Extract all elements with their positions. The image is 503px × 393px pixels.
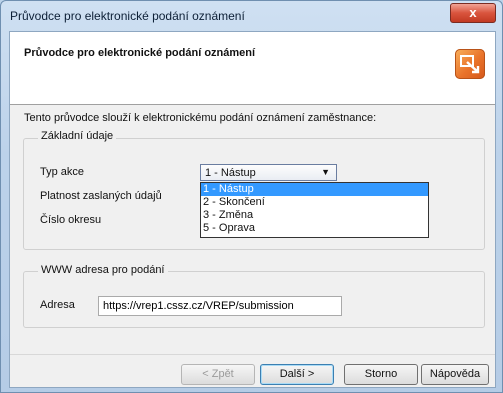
separator bbox=[10, 354, 495, 355]
help-button[interactable]: Nápověda bbox=[421, 364, 489, 385]
close-button[interactable]: x bbox=[450, 3, 496, 23]
action-type-select[interactable]: 1 - Nástup ▼ bbox=[200, 164, 337, 181]
www-address-group-label: WWW adresa pro podání bbox=[38, 264, 168, 276]
wizard-icon bbox=[455, 49, 485, 79]
dropdown-option[interactable]: 5 - Oprava bbox=[201, 222, 428, 235]
chevron-down-icon[interactable]: ▼ bbox=[321, 167, 330, 177]
dropdown-option[interactable]: 3 - Změna bbox=[201, 209, 428, 222]
wizard-client-area: Průvodce pro elektronické podání oznámen… bbox=[9, 31, 496, 388]
back-button[interactable]: < Zpět bbox=[181, 364, 255, 385]
title-bar[interactable]: Průvodce pro elektronické podání oznámen… bbox=[1, 1, 502, 31]
basic-data-group-label: Základní údaje bbox=[38, 130, 117, 142]
address-label: Adresa bbox=[40, 299, 75, 311]
validity-label: Platnost zaslaných údajů bbox=[40, 190, 162, 202]
window-title: Průvodce pro elektronické podání oznámen… bbox=[10, 9, 245, 23]
action-type-value: 1 - Nástup bbox=[205, 167, 256, 179]
wizard-window: Průvodce pro elektronické podání oznámen… bbox=[0, 0, 503, 393]
dropdown-option[interactable]: 1 - Nástup bbox=[201, 183, 428, 196]
cancel-button[interactable]: Storno bbox=[344, 364, 418, 385]
header-title: Průvodce pro elektronické podání oznámen… bbox=[24, 47, 256, 59]
action-type-label: Typ akce bbox=[40, 166, 85, 178]
intro-text: Tento průvodce slouží k elektronickému p… bbox=[24, 112, 377, 124]
address-input[interactable] bbox=[98, 296, 342, 316]
next-button[interactable]: Další > bbox=[260, 364, 334, 385]
wizard-header: Průvodce pro elektronické podání oznámen… bbox=[10, 32, 495, 105]
district-label: Číslo okresu bbox=[40, 214, 102, 226]
action-type-dropdown-list[interactable]: 1 - Nástup 2 - Skončení 3 - Změna 5 - Op… bbox=[200, 182, 429, 238]
dropdown-option[interactable]: 2 - Skončení bbox=[201, 196, 428, 209]
